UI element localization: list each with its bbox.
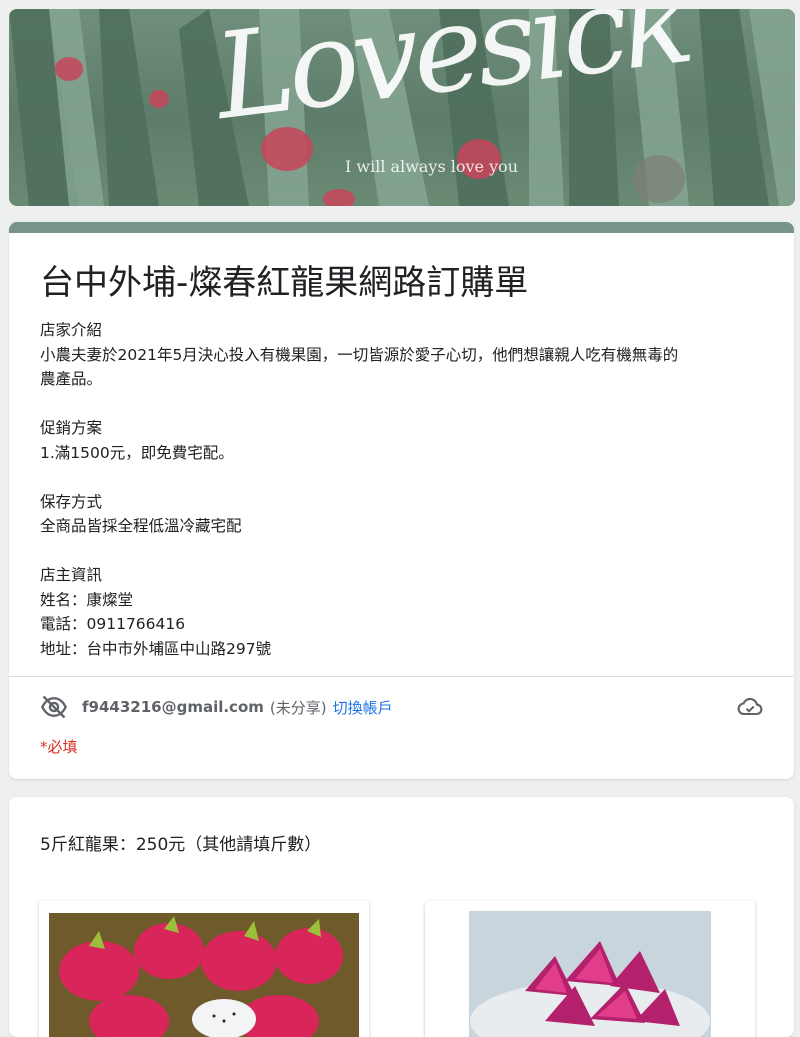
option-image-card[interactable]: [425, 901, 755, 1037]
description-line: 農產品。: [40, 370, 103, 388]
dragon-fruit-whole-photo: [49, 913, 359, 1037]
description-line: 姓名：康燦堂: [40, 590, 134, 609]
required-note: *必填: [40, 738, 78, 756]
option-image-card[interactable]: [39, 901, 369, 1037]
description-line: 電話：0911766416: [40, 615, 186, 633]
form-header-card: 台中外埔-燦春紅龍果網路訂購單 店家介紹 小農夫妻於2021年5月決心投入有機果…: [9, 222, 794, 779]
account-unshared-label: (未分享): [269, 698, 327, 717]
description-line: 全商品皆採全程低溫冷藏宅配: [40, 517, 242, 535]
dragon-fruit-sliced-photo: [469, 911, 711, 1037]
header-banner: Lovesick I will always love you: [9, 9, 795, 206]
description-line: 小農夫妻於2021年5月決心投入有機果園，一切皆源於愛子心切，他們想讓親人吃有機…: [40, 345, 679, 364]
divider: [9, 676, 794, 677]
account-row: f9443216@gmail.com (未分享) 切換帳戶: [40, 692, 764, 722]
description-line: 地址：台中市外埔區中山路297號: [40, 639, 272, 658]
switch-account-link[interactable]: 切換帳戶: [333, 697, 393, 718]
description-line: 店主資訊: [40, 566, 103, 584]
form-description: 店家介紹 小農夫妻於2021年5月決心投入有機果園，一切皆源於愛子心切，他們想讓…: [40, 318, 770, 661]
description-line: 促銷方案: [40, 419, 103, 437]
banner-script-subtitle: I will always love you: [345, 157, 519, 176]
description-line: 1.滿1500元，即免費宅配。: [40, 443, 234, 462]
description-line: 店家介紹: [40, 321, 103, 339]
question-card: 5斤紅龍果：250元（其他請填斤數）: [9, 797, 794, 1037]
account-email: f9443216@gmail.com: [82, 698, 264, 716]
eye-off-icon: [41, 695, 67, 719]
form-title: 台中外埔-燦春紅龍果網路訂購單: [40, 263, 529, 303]
accent-bar: [9, 222, 794, 233]
question-title: 5斤紅龍果：250元（其他請填斤數）: [40, 835, 322, 855]
cloud-check-icon[interactable]: [736, 693, 764, 721]
description-line: 保存方式: [40, 492, 103, 511]
